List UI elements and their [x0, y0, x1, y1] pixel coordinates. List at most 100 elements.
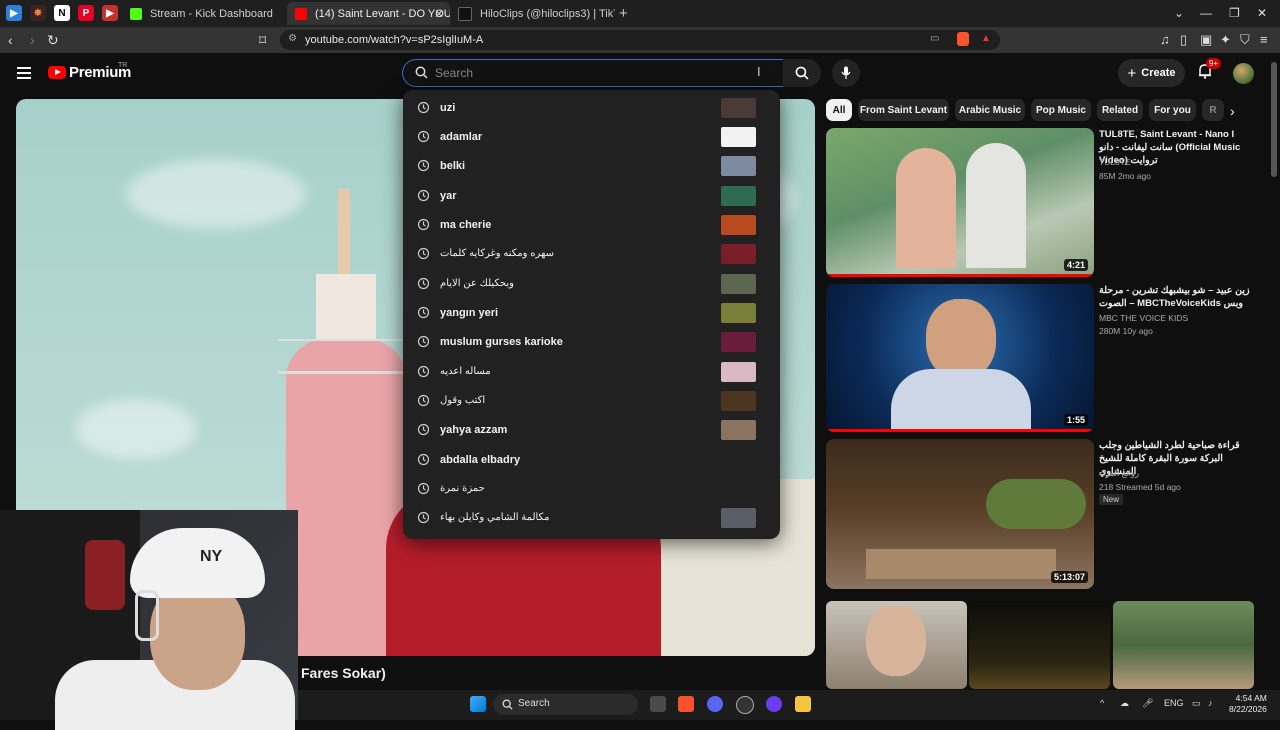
search-button[interactable] [783, 59, 821, 87]
history-icon [417, 159, 430, 172]
suggestion-item[interactable]: yangın yeri [403, 299, 780, 328]
wallet-icon[interactable]: ▣ [1200, 32, 1212, 48]
pinned-tab-icon[interactable]: P [78, 5, 94, 21]
browser-toolbar: ‹ › ↻ ⌑ ⚙ youtube.com/watch?v=sP2sIglIuM… [0, 27, 1280, 53]
suggestion-item[interactable]: abdalla elbadry [403, 446, 780, 475]
back-icon[interactable]: ‹ [8, 32, 13, 48]
chevron-right-icon[interactable]: › [1230, 103, 1235, 119]
tab-tiktok[interactable]: HiloClips (@hiloclips3) | TikTok [450, 2, 615, 25]
youtube-header: Premium TR Search I + Create 9+ [0, 53, 1280, 95]
obs-icon[interactable] [736, 696, 754, 714]
avatar[interactable] [1233, 63, 1254, 84]
site-info-icon[interactable]: ⚙ [288, 33, 297, 44]
file-explorer-icon[interactable] [795, 696, 811, 712]
suggestion-item[interactable]: belki [403, 152, 780, 181]
recommendation-channel[interactable]: MBC THE VOICE KIDS [1099, 313, 1188, 323]
suggestion-item[interactable]: سهره ومكنه وغركايه كلمات [403, 240, 780, 269]
media-icon[interactable]: ♫ [1160, 32, 1170, 47]
cast-icon[interactable]: ▭ [930, 33, 939, 44]
chip-all[interactable]: All [826, 99, 852, 121]
suggestion-item[interactable]: muslum gurses karioke [403, 328, 780, 357]
chip-from-saint-levant[interactable]: From Saint Levant [858, 99, 949, 121]
brave-shield-icon[interactable] [957, 32, 969, 46]
recommendation-thumbnail[interactable]: 5:13:07 [826, 439, 1094, 589]
create-button[interactable]: + Create [1118, 59, 1185, 87]
search-icon [415, 66, 428, 79]
search-input[interactable]: Search I [402, 59, 783, 87]
suggestion-thumbnail [721, 127, 756, 147]
recommendation-thumbnail[interactable]: 4:21 [826, 128, 1094, 277]
app-icon[interactable] [766, 696, 782, 712]
forward-icon[interactable]: › [30, 32, 35, 48]
pinned-tab-icon[interactable]: ✸ [30, 5, 46, 21]
network-icon[interactable]: ▭ [1192, 698, 1201, 709]
brave-icon[interactable] [678, 696, 694, 712]
tab-list-chevron-icon[interactable]: ⌄ [1174, 6, 1184, 20]
suggestion-item[interactable]: uzi [403, 94, 780, 123]
vpn-icon[interactable]: ⛉ [1240, 32, 1250, 48]
chip-arabic-music[interactable]: Arabic Music [955, 99, 1025, 121]
volume-icon[interactable]: ♪ [1208, 698, 1213, 708]
chip-more[interactable]: R [1202, 99, 1224, 121]
history-icon [417, 306, 430, 319]
pinned-tab-icon[interactable]: N [54, 5, 70, 21]
history-icon [417, 365, 430, 378]
cloud-icon[interactable]: ☁ [1120, 698, 1129, 709]
suggestion-thumbnail [721, 362, 756, 382]
bookmark-icon[interactable]: ⌑ [259, 32, 266, 49]
pinned-tab-icon[interactable]: ▶ [102, 5, 118, 21]
recommendation-thumbnail[interactable] [969, 601, 1110, 689]
tray-chevron-icon[interactable]: ^ [1100, 698, 1104, 708]
history-icon [417, 335, 430, 348]
language-indicator[interactable]: ENG [1164, 698, 1184, 708]
tab-youtube[interactable]: (14) Saint Levant - DO YOU LOVE ✕ [287, 2, 450, 25]
chip-pop-music[interactable]: Pop Music [1031, 99, 1091, 121]
suggestion-item[interactable]: اكتب وقول [403, 387, 780, 416]
leo-ai-icon[interactable]: ✦ [1220, 32, 1231, 48]
recommendation-thumbnail[interactable] [1113, 601, 1254, 689]
hamburger-menu-icon[interactable] [17, 67, 31, 82]
suggestion-item[interactable]: yar [403, 182, 780, 211]
suggestion-item[interactable]: مساله اعديه [403, 358, 780, 387]
youtube-logo-icon[interactable] [48, 66, 66, 79]
close-icon[interactable]: ✕ [434, 7, 444, 21]
task-view-icon[interactable] [650, 696, 666, 712]
microphone-icon[interactable]: 🎤︎ [1142, 698, 1153, 709]
address-bar[interactable]: ⚙ youtube.com/watch?v=sP2sIglIuM-A ▭ ▲ [280, 30, 1000, 50]
recommendation-channel[interactable]: TUL8TE [1099, 157, 1131, 167]
suggestion-item[interactable]: مكالمة الشامي وكايلن بهاء [403, 504, 780, 533]
taskbar-search[interactable] [493, 694, 638, 715]
chip-for-you[interactable]: For you [1149, 99, 1196, 121]
tab-kick-dashboard[interactable]: Stream - Kick Dashboard [122, 2, 287, 25]
recommendation-thumbnail[interactable] [826, 601, 967, 689]
sidebar-icon[interactable]: ▯ [1180, 32, 1187, 48]
recommendation-thumbnail[interactable]: 1:55 [826, 284, 1094, 432]
menu-icon[interactable]: ≡ [1260, 32, 1268, 47]
voice-search-button[interactable] [832, 59, 860, 87]
minimize-button[interactable]: — [1200, 6, 1212, 20]
url-text[interactable]: youtube.com/watch?v=sP2sIglIuM-A [305, 34, 483, 46]
discord-icon[interactable] [707, 696, 723, 712]
close-window-button[interactable]: ✕ [1257, 6, 1267, 20]
scrollbar[interactable] [1271, 62, 1277, 177]
pinned-tab-icon[interactable]: ▶ [6, 5, 22, 21]
recommendation-title[interactable]: زين عبيد – شو بيشبهك تشرين - مرحلة الصوت… [1099, 284, 1259, 310]
youtube-icon [295, 7, 307, 20]
new-tab-button[interactable]: + [619, 5, 628, 22]
recommendation-channel[interactable]: روائع القراء [1099, 468, 1139, 479]
reload-icon[interactable]: ↻ [47, 32, 59, 49]
brave-rewards-icon[interactable]: ▲ [981, 33, 991, 44]
suggestion-item[interactable]: حمزة نمرة [403, 475, 780, 504]
history-icon [417, 130, 430, 143]
suggestion-item[interactable]: وبحكيلك عن الايام [403, 270, 780, 299]
maximize-button[interactable]: ❐ [1229, 6, 1240, 20]
chip-related[interactable]: Related [1097, 99, 1143, 121]
history-icon [417, 277, 430, 290]
suggestion-item[interactable]: yahya azzam [403, 416, 780, 445]
suggestion-item[interactable]: adamlar [403, 123, 780, 152]
system-clock[interactable]: 4:54 AM 8/22/2026 [1229, 693, 1267, 715]
history-icon [417, 218, 430, 231]
suggestion-item[interactable]: ma cherie [403, 211, 780, 240]
suggestion-thumbnail [721, 508, 756, 528]
windows-start-icon[interactable] [470, 696, 486, 712]
